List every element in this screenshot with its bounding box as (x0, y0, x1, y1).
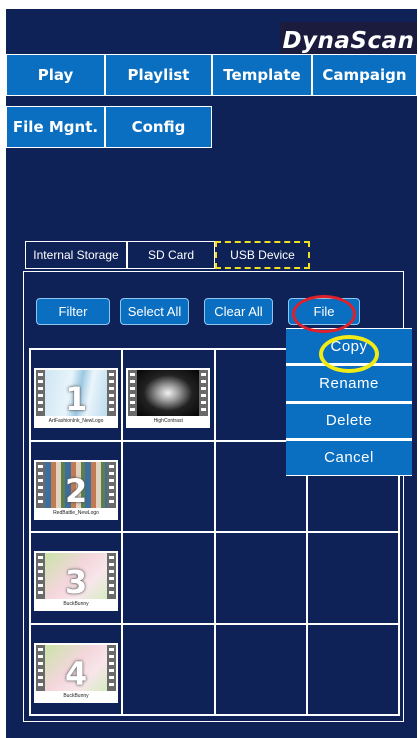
tab-sd-card[interactable]: SD Card (127, 241, 215, 269)
file-name: HighContrast (153, 418, 183, 424)
file-number: 4 (64, 654, 88, 693)
file-button-highlight-circle (292, 295, 356, 333)
app-screen: DynaScan Play Playlist Template Campaign… (6, 9, 417, 738)
grid-cell[interactable]: RedBattle_NewLogo 2 (30, 440, 123, 532)
tab-usb-device[interactable]: USB Device (215, 241, 310, 269)
grid-cell (122, 623, 215, 715)
clear-all-button[interactable]: Clear All (204, 298, 273, 325)
grid-cell[interactable]: ArtFashionInk_NewLogo 1 (30, 349, 123, 441)
grid-cell[interactable]: BuckBunny 4 (30, 623, 123, 715)
filter-button[interactable]: Filter (36, 298, 110, 325)
nav-config-button[interactable]: Config (105, 106, 212, 148)
menu-item-delete[interactable]: Delete (286, 403, 412, 438)
nav-campaign-button[interactable]: Campaign (312, 54, 417, 96)
file-thumbnail[interactable]: HighContrast (126, 368, 211, 428)
grid-cell (214, 532, 307, 624)
nav-play-button[interactable]: Play (6, 54, 105, 96)
nav-template-button[interactable]: Template (212, 54, 312, 96)
tab-internal-storage[interactable]: Internal Storage (25, 241, 127, 269)
file-number: 3 (64, 563, 88, 601)
grid-cell (306, 623, 399, 715)
grid-cell (122, 532, 215, 624)
grid-cell (214, 623, 307, 715)
nav-file-management-button[interactable]: File Mgnt. (6, 106, 105, 148)
grid-cell (122, 440, 215, 532)
menu-item-cancel[interactable]: Cancel (286, 440, 412, 475)
grid-cell (306, 532, 399, 624)
file-number: 1 (64, 380, 88, 418)
grid-cell[interactable]: BuckBunny 3 (30, 532, 123, 624)
grid-cell[interactable]: HighContrast (122, 349, 215, 441)
select-all-button[interactable]: Select All (120, 298, 189, 325)
file-number: 2 (64, 471, 88, 510)
film-strip-icon (128, 370, 209, 416)
copy-highlight-circle (319, 335, 379, 373)
nav-playlist-button[interactable]: Playlist (105, 54, 212, 96)
